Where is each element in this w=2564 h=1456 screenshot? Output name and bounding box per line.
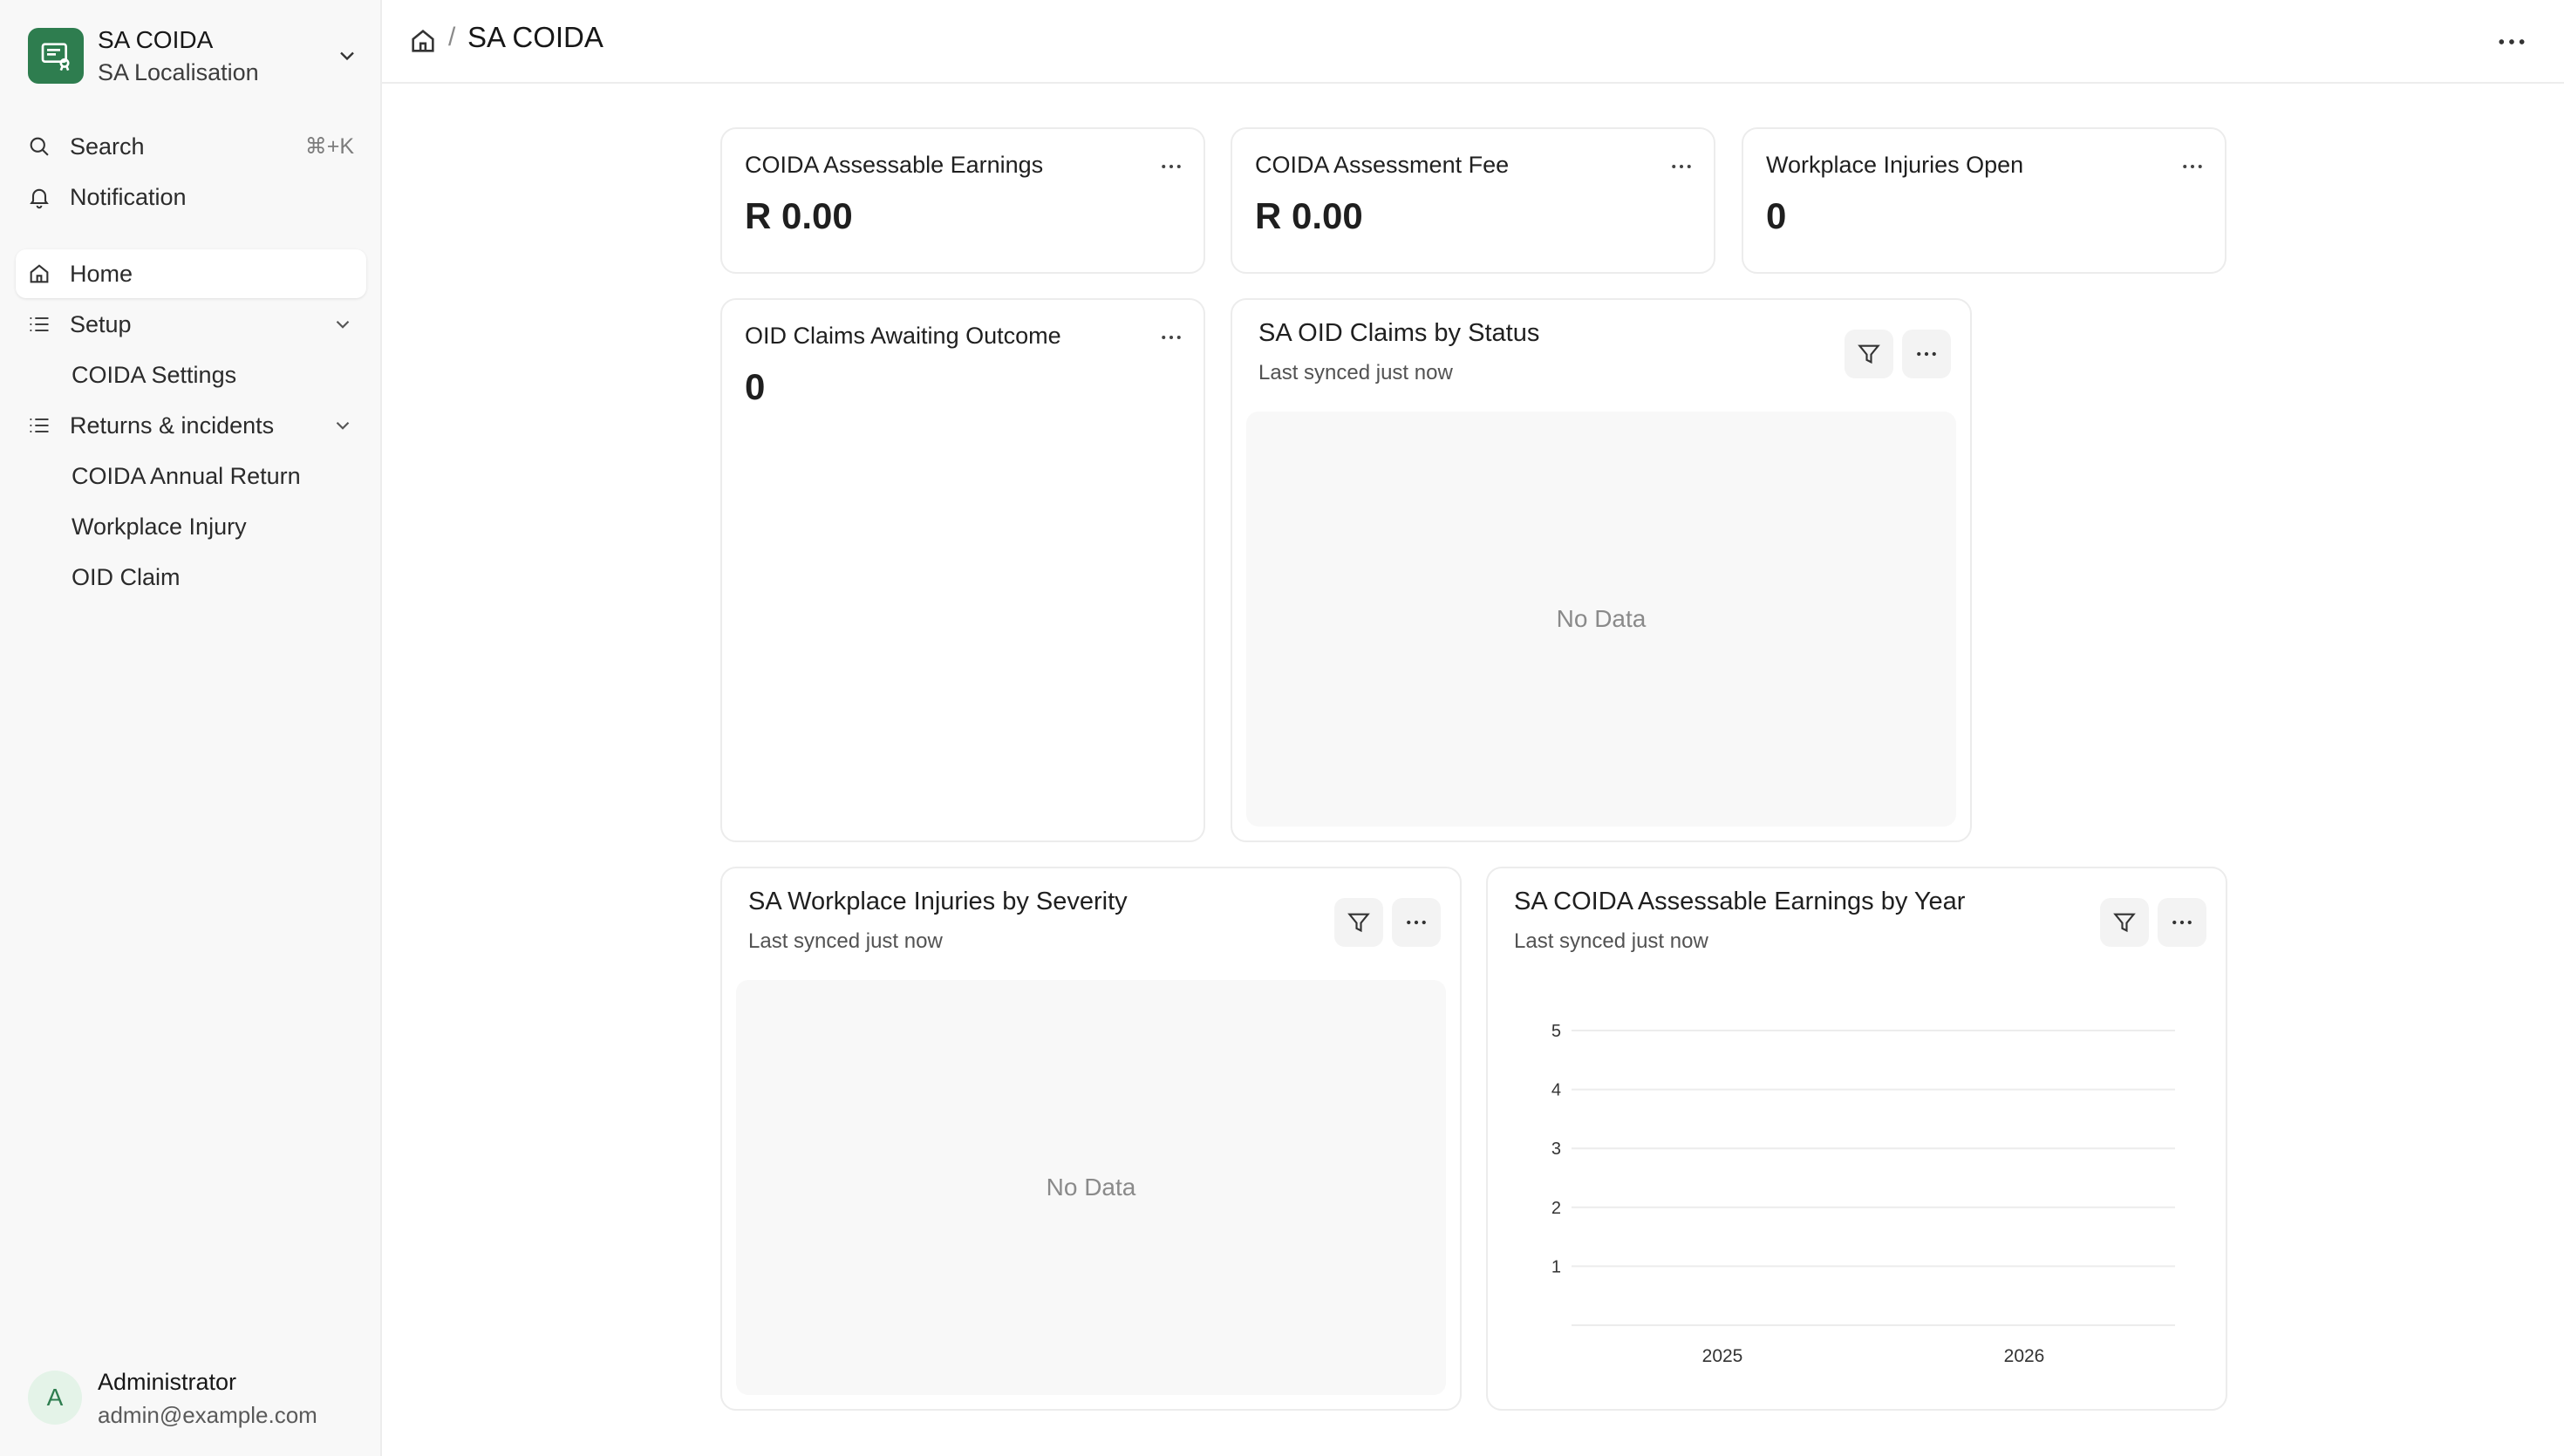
chart-card-injuries-severity: SA Workplace Injuries by Severity Last s… bbox=[720, 867, 1462, 1411]
user-email: admin@example.com bbox=[98, 1402, 317, 1428]
no-data-placeholder: No Data bbox=[736, 980, 1446, 1395]
x-tick-label: 2026 bbox=[2004, 1346, 2045, 1366]
notification-label: Notification bbox=[70, 183, 187, 210]
y-tick-label: 3 bbox=[1551, 1140, 1561, 1159]
sidebar-item-label: COIDA Settings bbox=[72, 361, 237, 388]
filter-button[interactable] bbox=[1845, 330, 1893, 378]
sidebar-item-workplace-injury[interactable]: Workplace Injury bbox=[16, 502, 366, 551]
sidebar: SA COIDA SA Localisation Search ⌘+K Noti… bbox=[0, 0, 382, 1456]
card-value: R 0.00 bbox=[1255, 195, 1363, 236]
number-card-injuries-open: Workplace Injuries Open 0 bbox=[1742, 127, 2226, 274]
chart-card-earnings-year: SA COIDA Assessable Earnings by Year Las… bbox=[1486, 867, 2227, 1411]
home-icon[interactable] bbox=[408, 26, 438, 56]
x-tick-label: 2025 bbox=[1702, 1346, 1743, 1366]
list-icon bbox=[26, 412, 52, 439]
chart-synced-text: Last synced just now bbox=[1258, 361, 1453, 384]
more-icon[interactable] bbox=[2494, 24, 2529, 59]
chart-title: SA OID Claims by Status bbox=[1258, 319, 1540, 347]
no-data-placeholder: No Data bbox=[1246, 412, 1956, 827]
breadcrumb-separator: / bbox=[448, 23, 456, 51]
more-icon bbox=[1917, 351, 1936, 357]
sidebar-item-oid-claim[interactable]: OID Claim bbox=[16, 553, 366, 602]
more-icon[interactable] bbox=[1668, 153, 1695, 180]
filter-button[interactable] bbox=[1334, 898, 1383, 947]
sidebar-item-coida-annual-return[interactable]: COIDA Annual Return bbox=[16, 452, 366, 500]
number-card-fee: COIDA Assessment Fee R 0.00 bbox=[1231, 127, 1715, 274]
search-icon bbox=[26, 133, 52, 160]
card-label: OID Claims Awaiting Outcome bbox=[745, 323, 1061, 349]
chart-synced-text: Last synced just now bbox=[748, 929, 943, 953]
sidebar-item-label: Workplace Injury bbox=[72, 513, 247, 540]
chevron-down-icon bbox=[336, 320, 350, 329]
workspace-subtitle: SA Localisation bbox=[98, 59, 259, 85]
chart-more-button[interactable] bbox=[1902, 330, 1951, 378]
filter-icon bbox=[1347, 913, 1370, 933]
card-value: 0 bbox=[745, 366, 766, 407]
y-tick-label: 1 bbox=[1551, 1257, 1561, 1276]
chevron-down-icon bbox=[340, 51, 354, 61]
list-icon bbox=[26, 311, 52, 337]
more-icon[interactable] bbox=[1158, 324, 1184, 350]
more-icon bbox=[1407, 920, 1426, 925]
number-card-claims-awaiting: OID Claims Awaiting Outcome 0 bbox=[720, 298, 1205, 842]
user-menu[interactable]: A Administrator admin@example.com bbox=[28, 1369, 359, 1430]
chart-title: SA Workplace Injuries by Severity bbox=[748, 888, 1128, 915]
card-label: Workplace Injuries Open bbox=[1766, 152, 2024, 178]
earnings-bar-chart: 1 2 3 4 5 2025 2026 bbox=[1551, 1022, 2175, 1366]
sidebar-item-home[interactable]: Home bbox=[16, 249, 366, 298]
home-icon bbox=[26, 261, 52, 287]
sidebar-item-coida-settings[interactable]: COIDA Settings bbox=[16, 350, 366, 399]
search-shortcut: ⌘+K bbox=[304, 134, 354, 159]
card-value: 0 bbox=[1766, 195, 1787, 236]
workspace-logo bbox=[28, 28, 84, 84]
workspace-icon bbox=[41, 43, 70, 71]
search-label: Search bbox=[70, 133, 145, 160]
search-button[interactable]: Search ⌘+K bbox=[16, 122, 366, 171]
chevron-down-icon bbox=[336, 421, 350, 430]
filter-icon bbox=[1858, 344, 1880, 364]
card-value: R 0.00 bbox=[745, 195, 853, 236]
workspace-title: SA COIDA bbox=[98, 26, 214, 53]
notification-button[interactable]: Notification bbox=[16, 173, 366, 221]
user-name: Administrator bbox=[98, 1369, 237, 1395]
sidebar-item-label: COIDA Annual Return bbox=[72, 462, 301, 489]
topbar: / SA COIDA bbox=[382, 0, 2564, 84]
bell-icon bbox=[26, 184, 52, 210]
y-tick-label: 5 bbox=[1551, 1022, 1561, 1041]
workspace-switcher[interactable]: SA COIDA SA Localisation bbox=[28, 24, 359, 87]
chart-card-claims-status: SA OID Claims by Status Last synced just… bbox=[1231, 298, 1972, 842]
avatar: A bbox=[28, 1371, 82, 1425]
number-card-earnings: COIDA Assessable Earnings R 0.00 bbox=[720, 127, 1205, 274]
sidebar-section-label: Returns & incidents bbox=[70, 412, 275, 439]
card-label: COIDA Assessable Earnings bbox=[745, 152, 1044, 178]
sidebar-item-label: OID Claim bbox=[72, 563, 181, 590]
card-label: COIDA Assessment Fee bbox=[1255, 152, 1510, 178]
more-icon[interactable] bbox=[2179, 153, 2206, 180]
sidebar-section-label: Setup bbox=[70, 310, 132, 337]
chart-more-button[interactable] bbox=[1392, 898, 1441, 947]
sidebar-section-returns[interactable]: Returns & incidents bbox=[16, 401, 366, 450]
page-title: SA COIDA bbox=[467, 21, 603, 53]
sidebar-item-label: Home bbox=[70, 260, 133, 287]
sidebar-section-setup[interactable]: Setup bbox=[16, 300, 366, 349]
more-icon[interactable] bbox=[1158, 153, 1184, 180]
y-tick-label: 4 bbox=[1551, 1081, 1561, 1100]
y-tick-label: 2 bbox=[1551, 1199, 1561, 1218]
